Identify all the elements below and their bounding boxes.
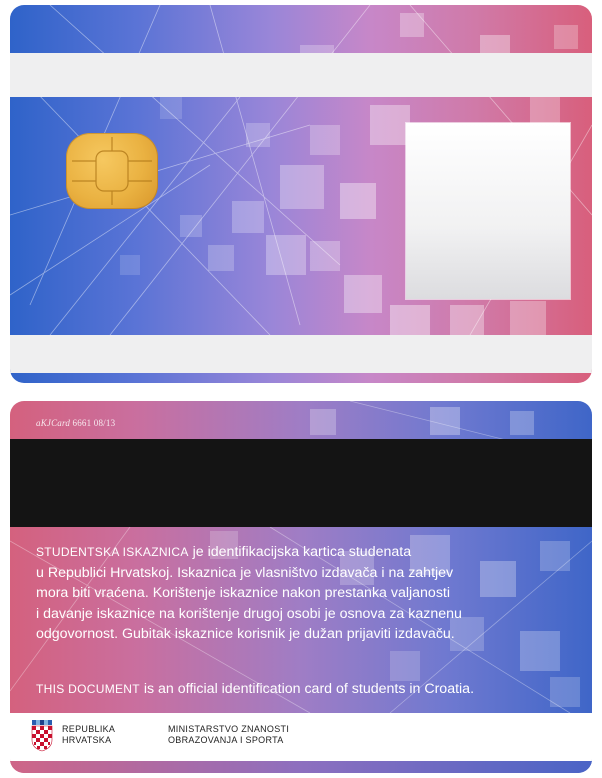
croatian-coat-of-arms-icon <box>31 720 53 752</box>
republika-line-2: HRVATSKA <box>62 735 112 745</box>
legal-line-2: u Republici Hrvatskoj. Iskaznica je vlas… <box>36 564 454 581</box>
ministry-line-1: MINISTARSTVO ZNANOSTI <box>168 724 290 734</box>
english-statement-rest: is an official identification card of st… <box>139 681 475 697</box>
legal-line-5: odgovornost. Gubitak iskaznice korisnik … <box>36 626 455 643</box>
smartcard-chip-icon <box>66 133 158 209</box>
legal-line-1: STUDENTSKA ISKAZNICA je identifikacijska… <box>36 542 584 563</box>
legal-line-3: mora biti vraćena. Korištenje iskaznice … <box>36 585 451 602</box>
card-footer: REPUBLIKA HRVATSKA MINISTARSTVO ZNANOSTI… <box>10 713 592 761</box>
legal-line-1-rest: je identifikacijska kartica studenata <box>188 544 412 560</box>
republika-line-1: REPUBLIKA <box>62 724 116 734</box>
front-top-stripe <box>10 53 592 97</box>
photo-placeholder <box>406 123 570 299</box>
serial-prefix: aKJCard <box>36 418 71 428</box>
legal-line-1-caps: STUDENTSKA ISKAZNICA <box>36 545 189 559</box>
republika-hrvatska-label: REPUBLIKA HRVATSKA <box>62 724 115 746</box>
card-legal-text: STUDENTSKA ISKAZNICA je identifikacijska… <box>36 542 584 645</box>
magnetic-stripe <box>10 439 592 527</box>
card-back: aKJCard 6661 08/13 STUDENTSKA ISKAZNICA … <box>10 401 592 773</box>
ministry-line-2: OBRAZOVANJA I SPORTA <box>168 735 284 745</box>
serial-number: 6661 08/13 <box>70 418 116 428</box>
english-statement-caps: THIS DOCUMENT <box>36 682 140 696</box>
legal-line-4: i davanje iskaznice na korištenje drugoj… <box>36 605 462 622</box>
card-front <box>10 5 592 383</box>
card-serial: aKJCard 6661 08/13 <box>36 418 115 428</box>
ministry-label: MINISTARSTVO ZNANOSTI OBRAZOVANJA I SPOR… <box>168 724 289 746</box>
footer-color-band <box>10 761 592 773</box>
english-statement: THIS DOCUMENT is an official identificat… <box>36 681 474 697</box>
front-bottom-stripe <box>10 335 592 373</box>
